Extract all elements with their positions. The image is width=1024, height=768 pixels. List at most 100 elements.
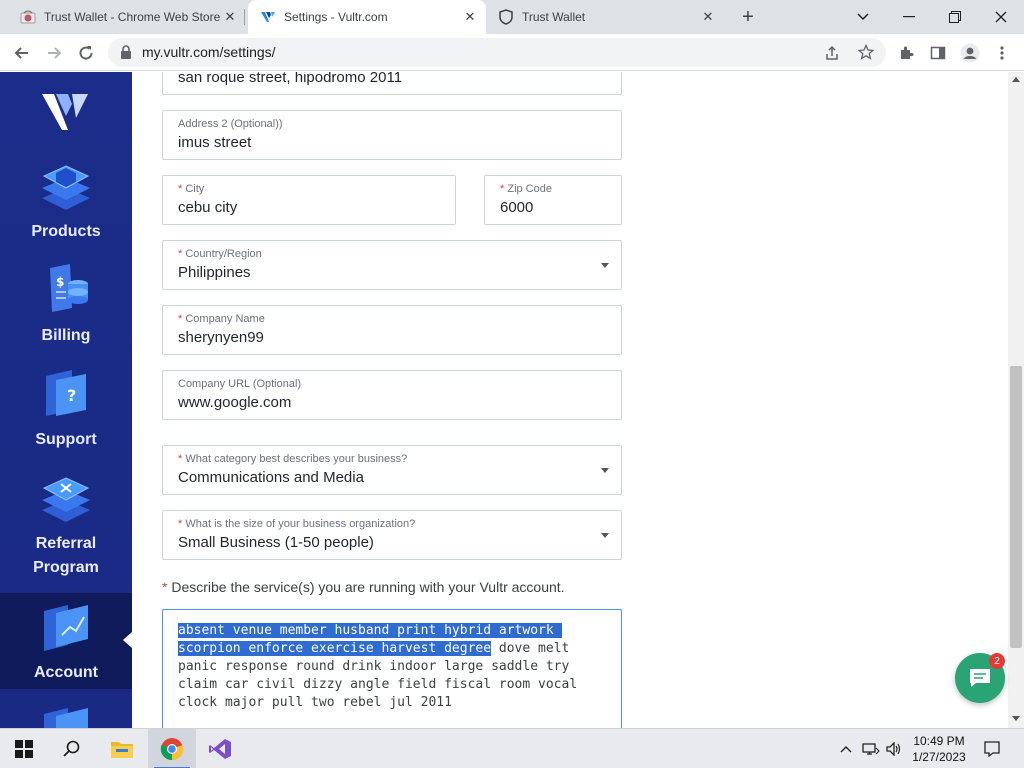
tab-title: Trust Wallet [522,10,586,24]
tab-strip: Trust Wallet - Chrome Web Store ✕ Settin… [0,0,1024,34]
lock-icon [121,45,131,59]
chrome-web-store-icon [20,9,36,25]
chevron-down-icon [601,533,609,538]
size-select[interactable]: * What is the size of your business orga… [162,510,622,560]
close-window-button[interactable] [978,0,1024,34]
minimize-button[interactable] [886,0,932,34]
settings-form: san roque street, hipodromo 2011 Address… [132,72,1008,728]
describe-textarea[interactable]: absent venue member husband print hybrid… [162,609,622,728]
products-icon [42,165,90,210]
tab-vultr-settings[interactable]: Settings - Vultr.com ✕ [248,0,486,34]
file-explorer-icon[interactable] [98,729,146,768]
volume-icon[interactable] [884,729,904,768]
sidebar-item-label: Support [35,431,97,448]
shield-icon [498,9,514,25]
category-select[interactable]: * What category best describes your busi… [162,445,622,495]
sidebar-item-label: Account [34,664,98,681]
company-name-label: Company Name [185,313,265,325]
close-icon[interactable]: ✕ [700,9,716,25]
share-icon[interactable] [824,45,840,61]
tab-trust-wallet-store[interactable]: Trust Wallet - Chrome Web Store ✕ [14,0,244,34]
sidebar-item-account[interactable]: Account [0,593,132,689]
sidebar: Products $ Billing ? Support Referral Pr… [0,72,132,728]
category-label: What category best describes your busine… [185,453,408,465]
scrollbar-thumb[interactable] [1010,366,1022,648]
company-url-field[interactable]: Company URL (Optional) www.google.com [162,370,622,420]
vultr-logo-icon[interactable] [42,90,88,132]
zip-field[interactable]: * Zip Code 6000 [484,175,622,225]
address2-label: Address 2 (Optional)) [178,118,283,130]
tab-title: Trust Wallet - Chrome Web Store [44,10,221,24]
chevron-up-icon[interactable] [836,729,856,768]
sidebar-item-label: Referral Program [33,535,99,576]
account-icon [44,605,88,651]
sidebar-item-label: Products [31,223,101,240]
windows-start-icon[interactable] [0,729,48,768]
sidebar-item-label: Billing [41,327,91,344]
browser-toolbar: my.vultr.com/settings/ [0,34,1024,71]
taskbar: 10:49 PM 1/27/2023 [0,728,1024,768]
svg-text:$: $ [56,275,64,289]
city-value: cebu city [178,199,238,216]
forward-button[interactable] [40,39,68,67]
notification-badge: 2 [989,653,1005,669]
scroll-up-arrow[interactable] [1012,77,1020,82]
country-value: Philippines [178,264,251,281]
clock-time: 10:49 PM [913,734,965,748]
zip-label: Zip Code [507,183,552,195]
address-bar[interactable]: my.vultr.com/settings/ [108,38,886,67]
network-icon[interactable] [860,729,882,768]
extensions-icon[interactable] [892,39,920,67]
visual-studio-icon[interactable] [196,729,244,768]
size-label: What is the size of your business organi… [185,518,416,530]
bookmark-star-icon[interactable] [858,44,874,60]
back-button[interactable] [8,39,36,67]
sidebar-item-billing[interactable]: $ Billing [0,262,132,348]
chevron-down-icon [601,263,609,268]
company-url-label: Company URL (Optional) [178,378,302,390]
address1-field[interactable]: san roque street, hipodromo 2011 [162,72,622,95]
sidebar-partial-icon [44,708,88,728]
menu-kebab-icon[interactable] [988,39,1016,67]
search-icon[interactable] [48,729,96,768]
category-value: Communications and Media [178,469,364,486]
sidebar-item-products[interactable]: Products [0,158,132,244]
tab-title: Settings - Vultr.com [284,10,388,24]
city-field[interactable]: * City cebu city [162,175,456,225]
country-select[interactable]: * Country/Region Philippines [162,240,622,290]
url-text: my.vultr.com/settings/ [142,44,276,60]
sidebar-item-support[interactable]: ? Support [0,366,132,452]
close-icon[interactable]: ✕ [222,9,238,25]
active-indicator [123,632,132,648]
close-icon[interactable]: ✕ [462,9,478,25]
describe-label: Describe the service(s) you are running … [171,579,565,595]
size-value: Small Business (1-50 people) [178,534,374,551]
tab-separator [244,9,245,25]
new-tab-button[interactable]: + [736,5,760,29]
reload-button[interactable] [72,39,100,67]
side-panel-icon[interactable] [924,39,952,67]
chat-icon [970,669,990,687]
country-label: Country/Region [185,248,262,260]
chrome-taskbar-icon[interactable] [148,729,196,768]
zip-value: 6000 [500,199,534,216]
chevron-down-icon [601,468,609,473]
address2-field[interactable]: Address 2 (Optional)) imus street [162,110,622,160]
address2-value: imus street [178,134,252,151]
tab-search-chevron-icon[interactable] [840,0,886,34]
scroll-down-arrow[interactable] [1012,716,1020,721]
company-name-field[interactable]: * Company Name sherynyen99 [162,305,622,355]
system-clock[interactable]: 10:49 PM 1/27/2023 [904,733,974,765]
company-url-value: www.google.com [178,394,292,411]
tab-trust-wallet[interactable]: Trust Wallet ✕ [492,0,724,34]
support-icon: ? [46,370,86,416]
page-scrollbar[interactable] [1008,72,1024,728]
profile-avatar-icon[interactable] [956,39,984,67]
svg-text:?: ? [67,386,76,405]
vultr-icon [260,9,276,25]
restore-button[interactable] [932,0,978,34]
clock-date: 1/27/2023 [912,750,966,764]
referral-icon [42,477,90,522]
notifications-icon[interactable] [980,729,1004,768]
sidebar-item-referral[interactable]: Referral Program [0,470,132,580]
